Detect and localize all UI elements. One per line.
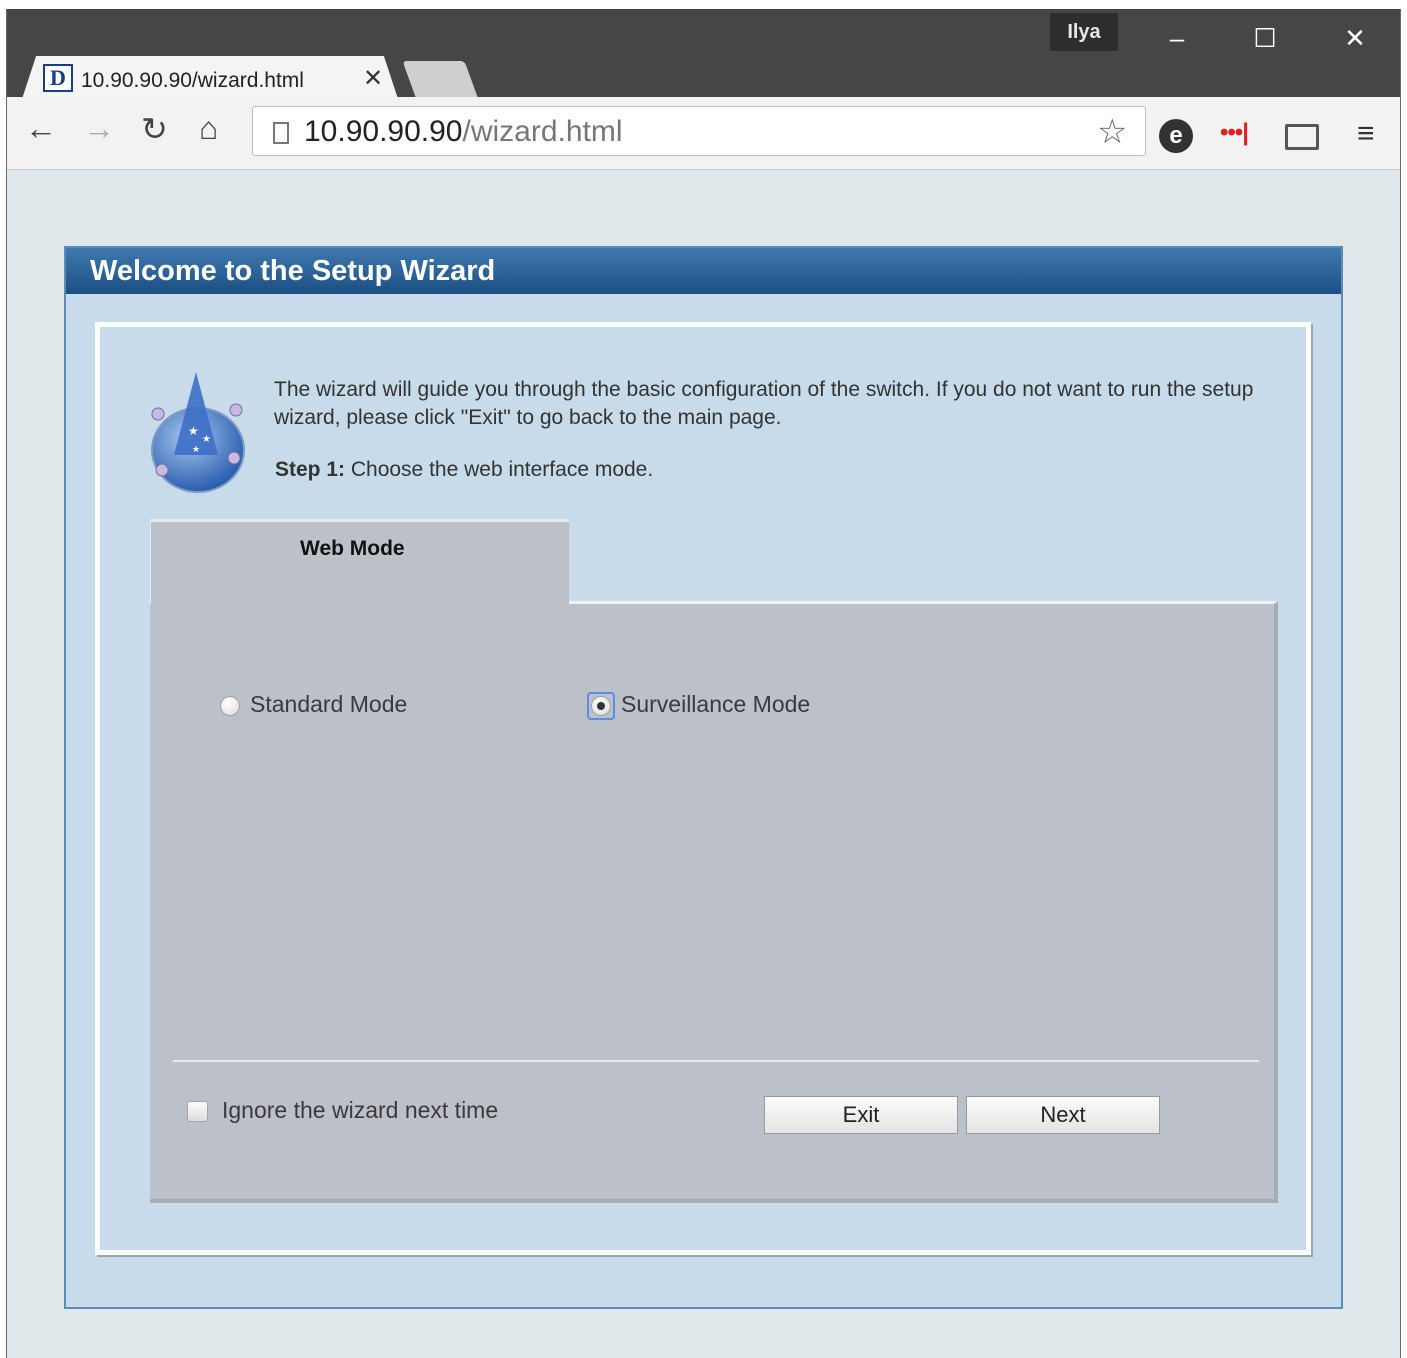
page-icon [273,122,289,144]
cast-icon[interactable] [1285,124,1319,150]
url-text[interactable]: 10.90.90.90/wizard.html [304,115,623,149]
star-icon[interactable]: ☆ [1097,112,1127,152]
standard-mode-radio[interactable] [220,696,240,716]
wizard-header: Welcome to the Setup Wizard [66,248,1341,294]
next-button[interactable]: Next [966,1096,1160,1134]
ignore-wizard-label[interactable]: Ignore the wizard next time [222,1097,498,1124]
surveillance-mode-radio[interactable] [591,696,611,716]
svg-text:★: ★ [192,444,200,454]
exit-button[interactable]: Exit [764,1096,958,1134]
dots-icon[interactable]: •••| [1220,119,1249,147]
radio-selected-dot [597,702,605,710]
standard-mode-label[interactable]: Standard Mode [250,691,407,718]
svg-text:★: ★ [188,424,199,438]
tab-web-mode[interactable] [150,519,569,605]
divider [173,1060,1259,1062]
ignore-wizard-checkbox[interactable] [187,1101,208,1122]
forward-icon[interactable]: → [83,110,115,147]
wizard-title: Welcome to the Setup Wizard [90,255,496,287]
new-tab-button[interactable] [402,61,478,97]
step-description: Choose the web interface mode. [345,458,654,481]
back-icon[interactable]: ← [25,110,57,147]
hamburger-menu-icon[interactable]: ≡ [1357,117,1375,151]
url-path: /wizard.html [462,115,623,148]
url-host: 10.90.90.90 [304,115,463,148]
favicon-icon: D [43,64,73,92]
maximize-button[interactable]: ☐ [1245,21,1285,55]
wizard-hat-icon: ★ ★ ★ [151,372,245,493]
minimize-button[interactable]: – [1157,21,1197,55]
reload-icon[interactable]: ↻ [141,110,168,148]
step-label: Step 1: [275,458,346,481]
intro-text: The wizard will guide you through the ba… [274,378,1254,429]
tab-web-mode-label: Web Mode [300,537,405,560]
profile-button[interactable]: Ilya [1050,13,1118,51]
tab-close-icon[interactable]: ✕ [363,64,383,93]
close-window-button[interactable]: ✕ [1335,21,1375,55]
surveillance-mode-label[interactable]: Surveillance Mode [621,691,810,718]
step-text: Step 1: Choose the web interface mode. [275,458,653,482]
svg-text:★: ★ [202,434,211,445]
e-extension-icon[interactable]: e [1159,119,1193,153]
home-icon[interactable]: ⌂ [199,110,218,147]
tab-title: 10.90.90.90/wizard.html [81,69,304,92]
